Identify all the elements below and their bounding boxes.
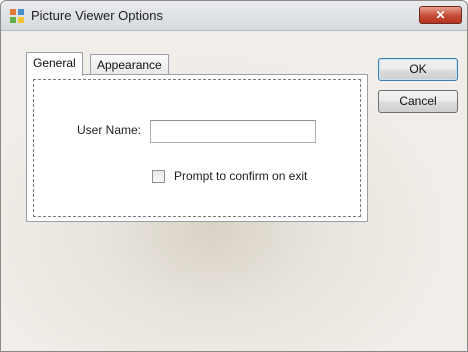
checkbox-unchecked-icon[interactable] — [152, 170, 165, 183]
cancel-button-label: Cancel — [399, 94, 437, 108]
close-button[interactable]: ✕ — [419, 6, 462, 24]
window-title: Picture Viewer Options — [31, 8, 163, 23]
user-name-label: User Name: — [77, 123, 142, 137]
title-bar[interactable]: Picture Viewer Options ✕ — [1, 1, 467, 31]
prompt-confirm-exit-label[interactable]: Prompt to confirm on exit — [174, 169, 307, 183]
tab-appearance-label: Appearance — [97, 58, 162, 72]
ok-button-label: OK — [409, 62, 427, 76]
close-icon: ✕ — [435, 8, 446, 22]
tab-general[interactable]: General — [26, 52, 83, 76]
focus-rectangle — [33, 79, 361, 217]
general-tab-page: User Name: Prompt to confirm on exit — [26, 74, 368, 222]
tab-general-label: General — [33, 56, 76, 70]
options-dialog: Picture Viewer Options ✕ General Appeara… — [0, 0, 468, 352]
user-name-input[interactable] — [150, 120, 316, 143]
tab-appearance[interactable]: Appearance — [90, 54, 169, 76]
cancel-button[interactable]: Cancel — [378, 90, 458, 113]
picture-viewer-app-icon — [10, 9, 24, 23]
ok-button[interactable]: OK — [378, 58, 458, 81]
